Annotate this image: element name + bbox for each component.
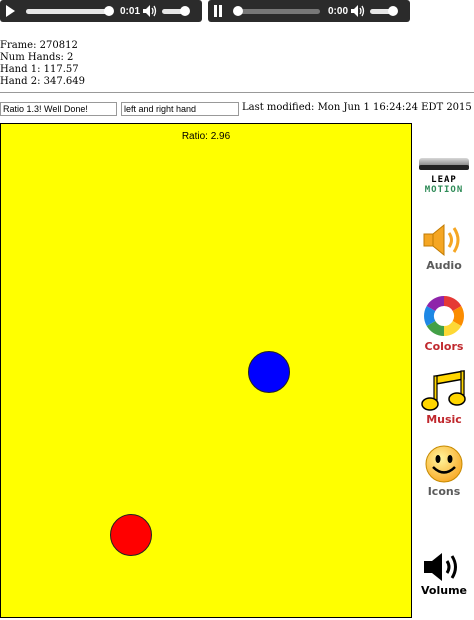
- play-icon: [6, 5, 15, 17]
- current-time: 0:00: [327, 5, 348, 17]
- game-canvas[interactable]: Ratio: 2.96: [0, 123, 412, 618]
- colors-label: Colors: [424, 340, 464, 353]
- seek-bar[interactable]: [233, 5, 320, 16]
- icons-label: Icons: [427, 485, 461, 498]
- volume-slider[interactable]: [162, 5, 190, 16]
- leap-motion-device-icon: [419, 158, 469, 170]
- mute-button[interactable]: [142, 0, 158, 22]
- smiley-icon: [425, 445, 463, 483]
- music-button[interactable]: Music: [414, 370, 474, 426]
- play-button[interactable]: [0, 0, 20, 22]
- last-modified: Last modified: Mon Jun 1 16:24:24 EDT 20…: [242, 102, 472, 113]
- volume-label: Volume: [421, 584, 467, 597]
- hand-stats: Frame: 270812 Num Hands: 2 Hand 1: 117.5…: [0, 40, 85, 88]
- seek-knob[interactable]: [103, 5, 114, 16]
- seek-knob[interactable]: [233, 5, 244, 16]
- divider: [0, 92, 474, 93]
- ratio-label: Ratio: 2.96: [181, 131, 231, 142]
- speaker-icon: [423, 223, 460, 257]
- audio-label: Audio: [426, 259, 462, 272]
- leap-motion-button[interactable]: LEAP MOTION: [414, 156, 474, 195]
- volume-button[interactable]: Volume: [414, 551, 474, 597]
- hand-1-value: Hand 1: 117.57: [0, 64, 79, 75]
- colors-button[interactable]: Colors: [414, 293, 474, 353]
- volume-knob[interactable]: [388, 5, 398, 16]
- pause-icon: [214, 5, 222, 17]
- mute-button[interactable]: [350, 0, 366, 22]
- volume-slider[interactable]: [370, 5, 398, 16]
- hand-2-value: Hand 2: 347.649: [0, 76, 85, 87]
- pause-button[interactable]: [208, 0, 228, 22]
- color-wheel-icon: [424, 296, 464, 336]
- hands-mode-field[interactable]: [121, 102, 239, 116]
- leap-label-line1: LEAP: [431, 175, 457, 185]
- volume-knob[interactable]: [180, 5, 190, 16]
- current-time: 0:01: [119, 5, 140, 17]
- frame-count: Frame: 270812: [0, 40, 78, 51]
- ratio-feedback-field[interactable]: [0, 102, 117, 116]
- audio-player-1: 0:01: [0, 0, 202, 22]
- volume-icon: [424, 553, 457, 581]
- music-note-icon: [421, 370, 466, 411]
- side-toolbar: LEAP MOTION Audio Colors Music Icons Vol…: [414, 123, 474, 620]
- speaker-icon: [351, 5, 365, 17]
- leap-label-line2: MOTION: [424, 185, 464, 195]
- left-hand-ball: [110, 514, 152, 556]
- right-hand-ball: [248, 351, 290, 393]
- speaker-icon: [143, 5, 157, 17]
- icons-button[interactable]: Icons: [414, 444, 474, 498]
- music-label: Music: [426, 413, 462, 426]
- audio-button[interactable]: Audio: [414, 222, 474, 272]
- num-hands: Num Hands: 2: [0, 52, 74, 63]
- seek-bar[interactable]: [26, 5, 114, 16]
- audio-player-2: 0:00: [208, 0, 410, 22]
